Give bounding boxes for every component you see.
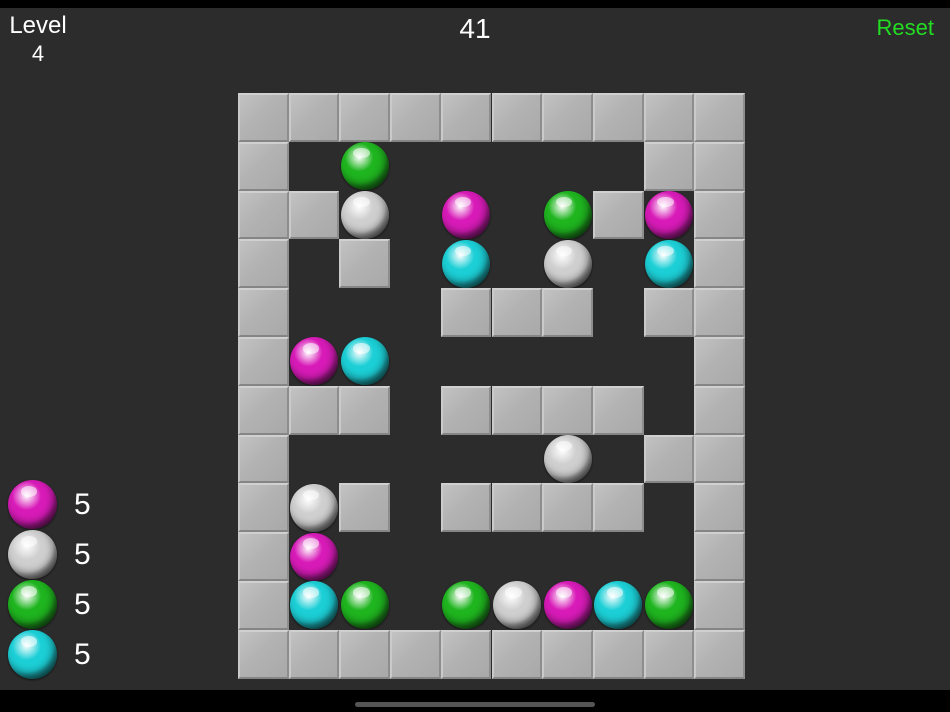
wall-block: [694, 581, 745, 630]
wall-block: [491, 385, 543, 435]
wall-block: [542, 385, 593, 435]
wall-block: [339, 239, 391, 289]
wall-block: [694, 239, 745, 289]
wall-block: [238, 141, 289, 191]
cyan-ball-icon: [8, 630, 57, 679]
green-ball[interactable]: [644, 581, 693, 630]
magenta-ball[interactable]: [543, 581, 592, 630]
wall-block: [694, 190, 745, 240]
green-ball[interactable]: [340, 581, 389, 630]
green-ball[interactable]: [543, 191, 592, 239]
green-ball[interactable]: [442, 581, 491, 630]
wall-block: [288, 93, 340, 142]
wall-block: [440, 629, 492, 679]
wall-block: [694, 337, 745, 386]
move-counter: 41: [459, 13, 491, 44]
wall-block: [491, 629, 543, 679]
reset-button[interactable]: Reset: [877, 14, 934, 42]
wall-block: [592, 629, 644, 679]
wall-block: [643, 141, 695, 191]
wall-block: [542, 483, 593, 533]
white-ball[interactable]: [543, 435, 592, 483]
white-ball[interactable]: [492, 581, 541, 630]
wall-block: [643, 629, 695, 679]
green-ball[interactable]: [340, 142, 389, 191]
wall-block: [339, 483, 391, 533]
wall-block: [491, 93, 543, 142]
wall-block: [238, 385, 289, 435]
wall-block: [238, 337, 289, 386]
wall-block: [491, 288, 543, 337]
wall-block: [390, 629, 441, 679]
wall-block: [339, 385, 391, 435]
wall-block: [339, 629, 391, 679]
white-ball-count: 5: [74, 538, 91, 571]
cyan-ball[interactable]: [594, 581, 643, 630]
wall-block: [694, 629, 745, 679]
cyan-ball[interactable]: [442, 239, 491, 288]
cyan-ball[interactable]: [340, 337, 389, 386]
wall-block: [390, 93, 441, 142]
magenta-ball[interactable]: [442, 191, 491, 239]
game-board: [238, 93, 745, 679]
wall-block: [440, 483, 492, 533]
wall-block: [238, 190, 289, 240]
wall-block: [592, 93, 644, 142]
white-ball-icon: [8, 530, 57, 579]
wall-block: [238, 288, 289, 337]
wall-block: [440, 93, 492, 142]
wall-block: [288, 629, 340, 679]
magenta-ball[interactable]: [644, 191, 693, 239]
wall-block: [440, 288, 492, 337]
wall-block: [440, 385, 492, 435]
wall-block: [542, 629, 593, 679]
magenta-ball[interactable]: [290, 337, 339, 386]
magenta-ball[interactable]: [290, 532, 339, 581]
white-ball[interactable]: [290, 483, 339, 532]
magenta-ball-icon: [8, 480, 57, 529]
wall-block: [643, 288, 695, 337]
wall-block: [694, 385, 745, 435]
cyan-ball-count: 5: [74, 638, 91, 671]
wall-block: [694, 288, 745, 337]
wall-block: [694, 532, 745, 581]
wall-block: [238, 581, 289, 630]
wall-block: [694, 434, 745, 484]
wall-block: [694, 93, 745, 142]
cyan-ball[interactable]: [644, 239, 693, 288]
wall-block: [238, 93, 289, 142]
green-ball-icon: [8, 580, 57, 629]
wall-block: [491, 483, 543, 533]
wall-block: [592, 190, 644, 240]
wall-block: [288, 385, 340, 435]
wall-block: [238, 434, 289, 484]
wall-block: [694, 141, 745, 191]
game-screen: Level 4 41 Reset 5555: [0, 8, 950, 690]
wall-block: [592, 385, 644, 435]
magenta-ball-count: 5: [74, 488, 91, 521]
cyan-ball[interactable]: [290, 581, 339, 630]
wall-block: [288, 190, 340, 240]
wall-block: [643, 434, 695, 484]
wall-block: [542, 93, 593, 142]
white-ball[interactable]: [340, 191, 389, 239]
home-indicator: [355, 702, 595, 707]
wall-block: [694, 483, 745, 533]
wall-block: [238, 239, 289, 289]
wall-block: [238, 483, 289, 533]
white-ball[interactable]: [543, 239, 592, 288]
wall-block: [238, 532, 289, 581]
green-ball-count: 5: [74, 588, 91, 621]
wall-block: [238, 629, 289, 679]
wall-block: [542, 288, 593, 337]
wall-block: [643, 93, 695, 142]
wall-block: [592, 483, 644, 533]
wall-block: [339, 93, 391, 142]
